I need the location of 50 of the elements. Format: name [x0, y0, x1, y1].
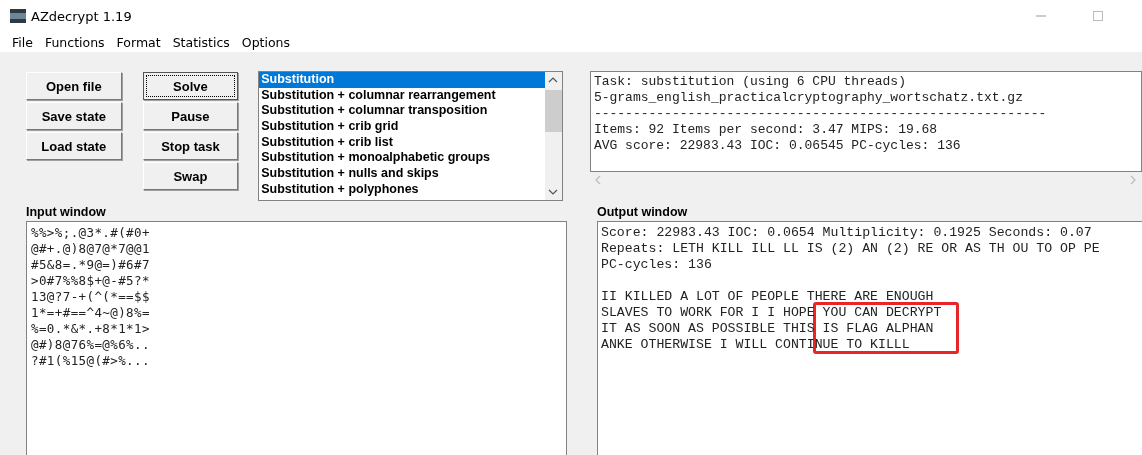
input-line: #5&8=.*9@=)#6#7	[31, 257, 151, 273]
toolbar-button[interactable]: Swap	[142, 162, 239, 190]
status-line: Items: 92 Items per second: 3.47 MIPS: 19.68	[593, 122, 939, 138]
status-line: Task: substitution (using 6 CPU threads)	[593, 74, 907, 90]
status-line: ----------------------------------------------------------	[593, 106, 1048, 122]
input-line: >0#7%%8$+@-#5?*	[31, 273, 151, 289]
maximize-icon[interactable]	[1092, 10, 1104, 22]
task-list-item[interactable]: Substitution + nulls and skips	[259, 166, 545, 182]
toolbar-button[interactable]: Save state	[26, 102, 122, 130]
scroll-down-icon[interactable]	[548, 188, 559, 196]
app-icon	[10, 9, 26, 23]
task-list-item[interactable]: Substitution + crib grid	[259, 119, 545, 135]
input-line: @#)8@76%=@%6%..	[31, 337, 151, 353]
pane-label: Input window	[26, 204, 107, 221]
toolbar-button[interactable]: Open file	[26, 72, 122, 100]
toolbar-button[interactable]: Solve	[142, 72, 239, 100]
menu-item[interactable]: Statistics	[166, 34, 236, 50]
output-line: II KILLED A LOT OF PEOPLE THERE ARE ENOUGH	[601, 289, 935, 305]
scroll-left-icon[interactable]	[593, 175, 602, 185]
output-line: PC-cycles: 136	[601, 257, 713, 273]
menu-item[interactable]: Functions	[38, 34, 111, 50]
scroll-right-icon[interactable]	[1129, 175, 1137, 185]
menu-item[interactable]: Format	[110, 34, 167, 50]
window-title: AZdecrypt 1.19	[31, 8, 132, 24]
output-line: Repeats: LETH KILL ILL LL IS (2) AN (2) RE OR AS TH OU TO OP PE	[601, 241, 1101, 257]
output-line: Score: 22983.43 IOC: 0.0654 Multiplicity: 0.1925 Seconds: 0.07	[601, 225, 1093, 241]
task-list-item[interactable]: Substitution	[259, 72, 545, 88]
menu-item[interactable]: File	[6, 34, 39, 50]
input-line: @#+.@)8@7@*7@@1	[31, 241, 151, 257]
menu-item[interactable]: Options	[235, 34, 297, 50]
status-line: 5-grams_english_practicalcryptography_wortschatz.txt.gz	[593, 90, 1024, 106]
task-list-item[interactable]: Substitution + monoalphabetic groups	[259, 150, 545, 167]
input-field[interactable]: %%>%;.@3*.#(#0+ @#+.@)8@7@*7@@1 #5&8=.*9@=)#6#7 >0#7%%8$+@-#5?* 13@?7-+(^(*==$$ 1*=+#==^4~@)8%= %=0.*&*.+8*1*1> @#)8@76%=@%6%.. ?#1(%15@(#>%...	[26, 221, 567, 455]
status-line: AVG score: 22983.43 IOC: 0.06545 PC-cycles: 136	[593, 138, 962, 154]
input-line: %=0.*&*.+8*1*1>	[31, 321, 151, 337]
toolbar-button[interactable]: Load state	[26, 132, 122, 160]
task-list-item[interactable]: Substitution + crib list	[259, 134, 545, 151]
task-list-item[interactable]: Substitution + columnar transposition	[259, 103, 545, 120]
output-field[interactable]	[597, 221, 1142, 455]
task-list-item[interactable]: Substitution + columnar rearrangement	[259, 87, 545, 104]
task-list-item[interactable]: Substitution + polyphones	[259, 181, 545, 198]
pane-label: Output window	[597, 204, 689, 221]
input-line: ?#1(%15@(#>%...	[31, 353, 151, 369]
input-line: 1*=+#==^4~@)8%=	[31, 305, 151, 321]
toolbar-button[interactable]: Pause	[142, 102, 239, 130]
scrollbar[interactable]	[544, 72, 562, 200]
input-line: 13@?7-+(^(*==$$	[31, 289, 151, 305]
scroll-up-icon[interactable]	[548, 76, 559, 84]
input-line: %%>%;.@3*.#(#0+	[31, 225, 151, 241]
toolbar-button[interactable]: Stop task	[142, 132, 239, 160]
